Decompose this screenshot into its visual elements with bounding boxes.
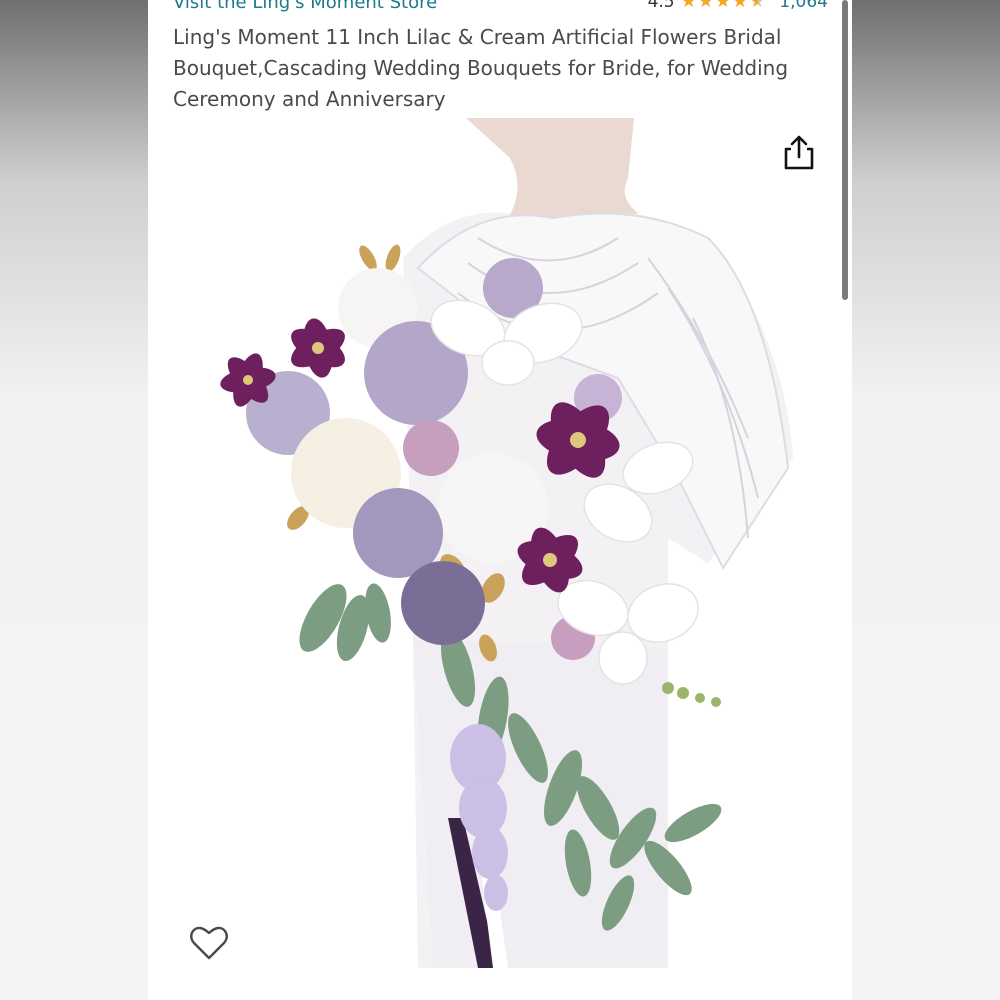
star-icon: ★ xyxy=(680,0,697,12)
rating-value: 4.5 xyxy=(647,0,675,12)
store-link[interactable]: Visit the Ling's Moment Store xyxy=(173,0,437,13)
star-icon: ★ xyxy=(697,0,714,12)
product-image[interactable] xyxy=(148,118,852,968)
product-title: Ling's Moment 11 Inch Lilac & Cream Arti… xyxy=(173,25,789,111)
rating-row[interactable]: 4.5 ★ ★ ★ ★ ★ 1,064 xyxy=(648,0,828,12)
heart-icon[interactable] xyxy=(188,922,230,964)
review-count-link[interactable]: 1,064 xyxy=(779,0,828,12)
product-card: Visit the Ling's Moment Store 4.5 ★ ★ ★ … xyxy=(148,0,852,1000)
half-star-icon: ★ xyxy=(749,0,765,11)
background-blur-left xyxy=(0,0,148,1000)
star-icon: ★ xyxy=(732,0,749,12)
star-icon: ★ xyxy=(714,0,732,12)
share-icon[interactable] xyxy=(781,133,817,171)
scrollbar[interactable] xyxy=(842,0,848,300)
star-rating: ★ ★ ★ ★ ★ xyxy=(681,0,766,11)
background-blur-right xyxy=(852,0,1000,1000)
